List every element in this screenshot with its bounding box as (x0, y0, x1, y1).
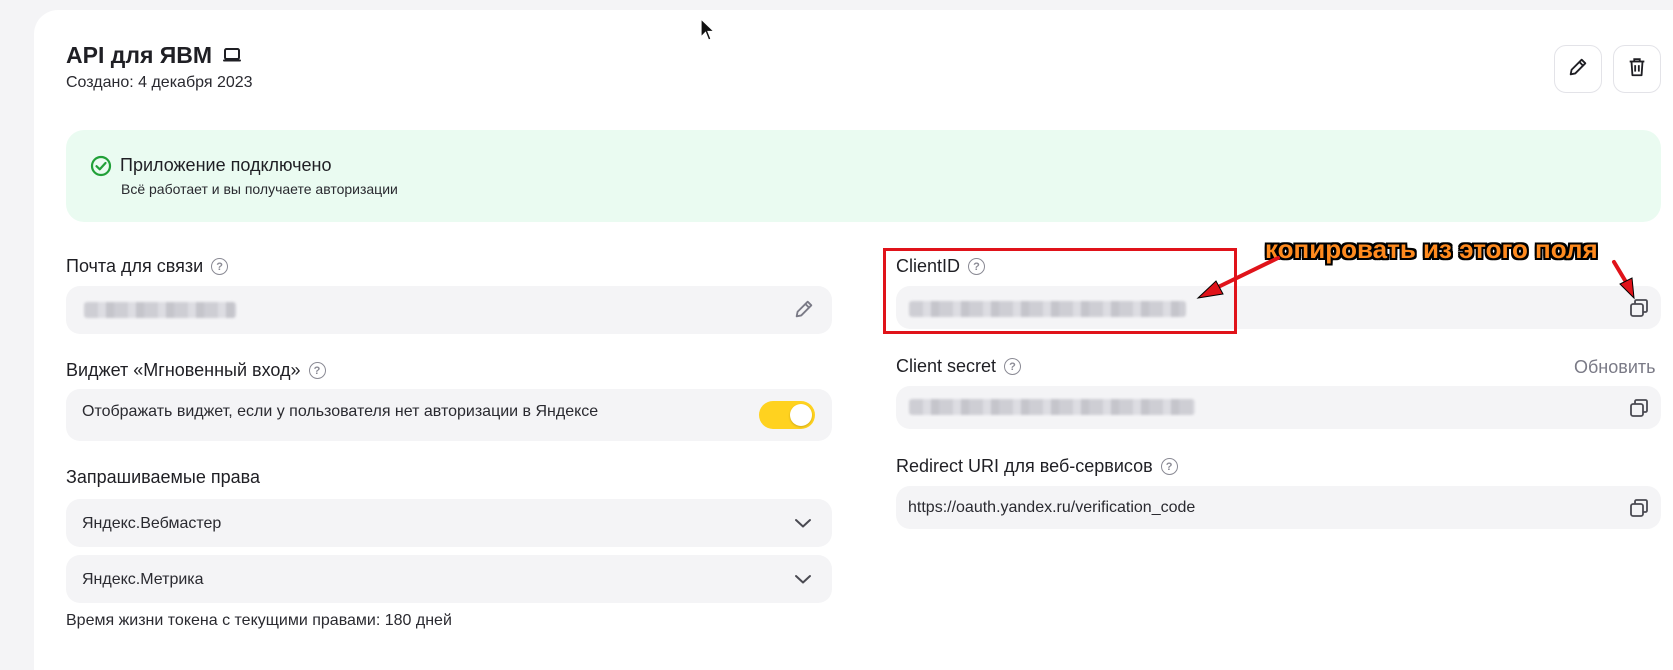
chevron-down-icon[interactable] (794, 516, 812, 534)
rights-item-label: Яндекс.Вебмастер (82, 515, 222, 532)
redirect-uri-value: https://oauth.yandex.ru/verification_cod… (908, 499, 1196, 516)
laptop-icon (222, 42, 242, 69)
mouse-cursor-icon (700, 18, 716, 41)
trash-icon (1626, 56, 1648, 83)
help-icon[interactable]: ? (308, 362, 326, 379)
check-circle-icon (90, 155, 112, 182)
created-date: Создано: 4 декабря 2023 (66, 74, 253, 91)
page-title: API для ЯВМ (66, 42, 242, 69)
delete-button[interactable] (1613, 45, 1661, 93)
rights-label: Запрашиваемые права (66, 467, 260, 487)
client-secret-label-text: Client secret (896, 356, 997, 376)
annotation-highlight-box (883, 248, 1237, 334)
edit-email-icon[interactable] (793, 298, 815, 325)
annotation-arrow-right (1612, 260, 1635, 300)
widget-toggle[interactable] (759, 401, 815, 429)
contact-email-value-redacted (84, 302, 236, 318)
widget-description: Отображать виджет, если у пользователя н… (82, 403, 599, 420)
contact-email-label: Почта для связи ? (66, 256, 229, 277)
help-icon[interactable]: ? (1004, 358, 1022, 375)
banner-title: Приложение подключено (120, 155, 332, 175)
toggle-knob (790, 404, 812, 426)
chevron-down-icon[interactable] (794, 572, 812, 590)
pencil-icon (1567, 56, 1589, 83)
copy-icon[interactable] (1628, 497, 1650, 524)
status-banner (66, 130, 1661, 222)
client-secret-label: Client secret ? (896, 356, 1022, 377)
redirect-uri-label-text: Redirect URI для веб-сервисов (896, 456, 1153, 476)
copy-icon[interactable] (1628, 397, 1650, 424)
banner-subtitle: Всё работает и вы получаете авторизации (121, 181, 398, 197)
redirect-uri-label: Redirect URI для веб-сервисов ? (896, 456, 1178, 477)
widget-label: Виджет «Мгновенный вход» ? (66, 360, 326, 381)
client-secret-value-redacted (909, 399, 1195, 415)
refresh-secret-button[interactable]: Обновить (1574, 357, 1656, 378)
app-title: API для ЯВМ (66, 42, 213, 68)
edit-button[interactable] (1554, 45, 1602, 93)
help-icon[interactable]: ? (211, 258, 229, 275)
token-lifetime-note: Время жизни токена с текущими правами: 1… (66, 612, 452, 629)
contact-email-label-text: Почта для связи (66, 256, 204, 276)
rights-item-label: Яндекс.Метрика (82, 571, 204, 588)
annotation-arrows (1196, 256, 1635, 300)
annotation-arrow-left (1196, 256, 1280, 299)
help-icon[interactable]: ? (1160, 458, 1178, 475)
widget-label-text: Виджет «Мгновенный вход» (66, 360, 301, 380)
